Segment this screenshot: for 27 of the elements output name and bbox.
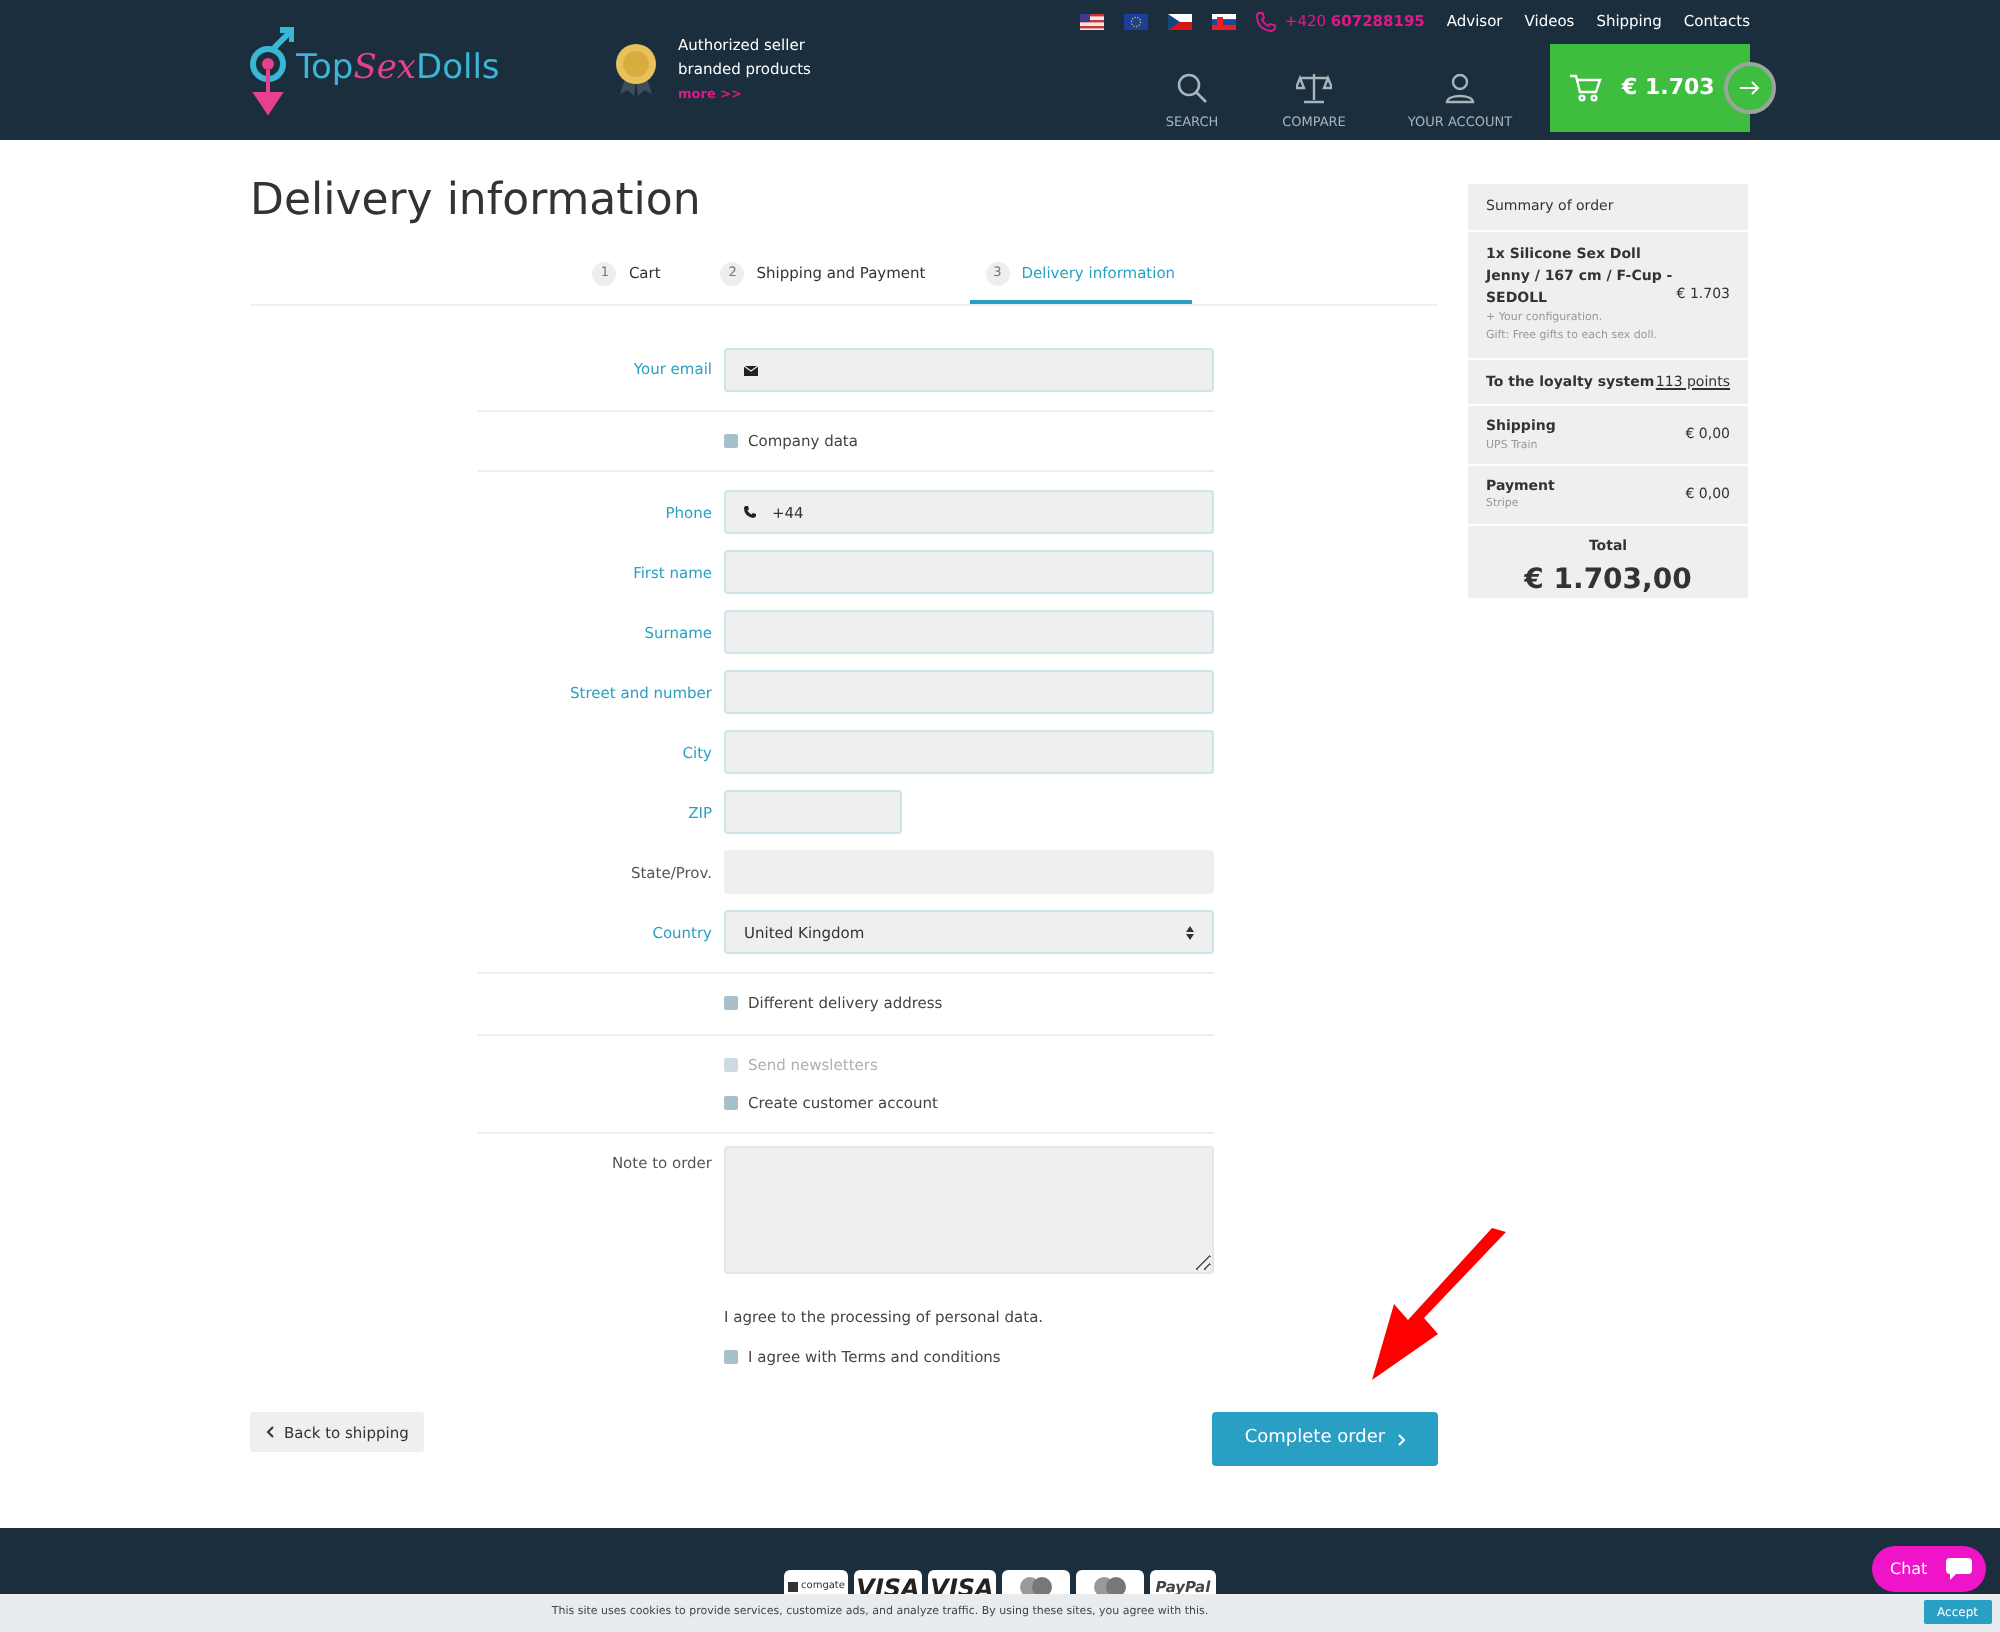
input-field[interactable] — [724, 790, 902, 835]
speech-bubble-icon — [1945, 1558, 1972, 1580]
input-field[interactable] — [724, 610, 1214, 655]
logo[interactable]: TopSexDolls — [250, 0, 614, 140]
flag-icon[interactable] — [1080, 14, 1105, 30]
chevron-left-icon — [266, 1426, 274, 1439]
search-icon — [1176, 72, 1208, 104]
page-title: Delivery information — [250, 174, 703, 230]
input-field[interactable] — [724, 670, 1214, 715]
scales-icon — [1296, 72, 1332, 104]
input-field[interactable] — [724, 730, 1214, 775]
flag-icon[interactable] — [1212, 14, 1237, 30]
cart-icon — [1570, 74, 1602, 102]
phone-icon — [1256, 12, 1277, 32]
award-icon — [614, 44, 658, 96]
input-field[interactable] — [724, 348, 1214, 392]
note-field[interactable] — [724, 1146, 1214, 1274]
sort-icon — [1186, 925, 1194, 940]
chevron-right-icon — [1397, 1433, 1406, 1446]
gender-symbol-icon — [250, 24, 294, 116]
total-amount: € 1.703,00 — [1524, 562, 1692, 600]
envelope-icon — [744, 365, 758, 375]
chat-button[interactable]: Chat — [1872, 1546, 1986, 1592]
phone-icon — [744, 506, 756, 519]
flag-icon[interactable] — [1168, 14, 1193, 30]
user-icon — [1444, 72, 1476, 104]
input-field[interactable] — [724, 550, 1214, 595]
